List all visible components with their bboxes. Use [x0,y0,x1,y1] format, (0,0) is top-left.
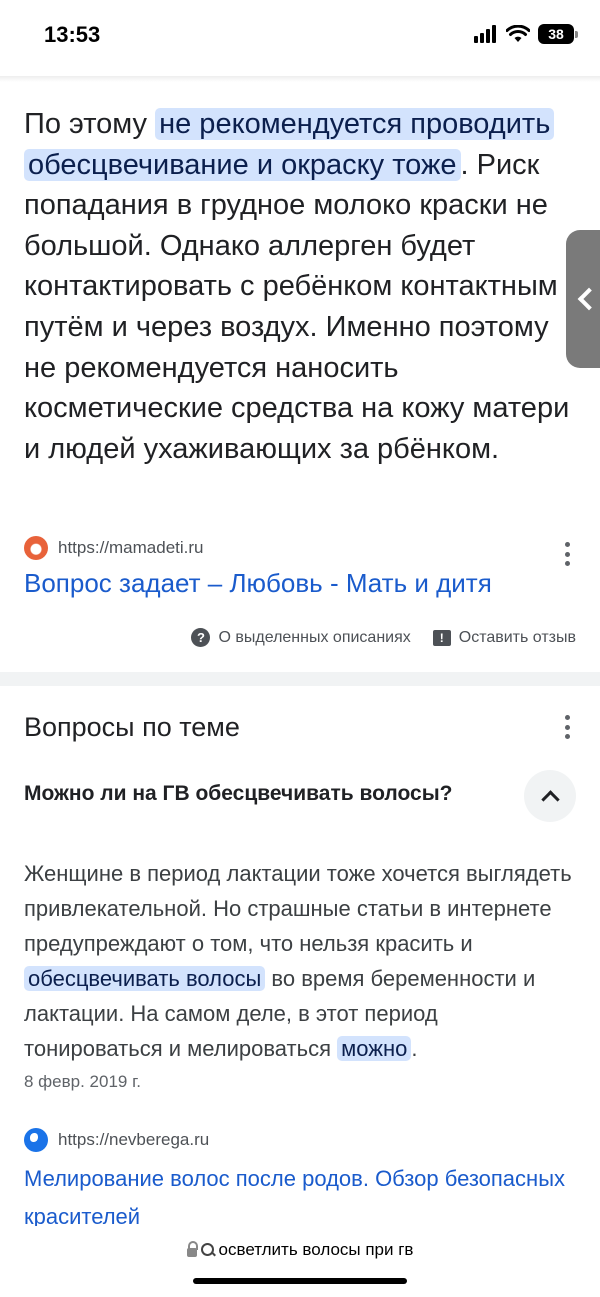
snippet-feedback-row: ? О выделенных описаниях ! Оставить отзы… [191,628,576,647]
answer-source[interactable]: https://nevberega.ru [24,1128,209,1152]
address-query: осветлить волосы при гв [218,1240,414,1259]
side-panel-tab[interactable] [566,230,600,368]
more-vert-icon[interactable] [563,542,571,566]
lock-icon [186,1240,198,1257]
snippet-source-url: https://mamadeti.ru [58,538,204,557]
help-icon[interactable]: ? [191,628,211,647]
feedback-icon[interactable]: ! [432,629,451,646]
browser-bottom-bar: осветлить волосы при гв [0,1226,600,1297]
snippet-text: По этому не рекомендуется проводить обес… [24,104,584,469]
about-snippets-link[interactable]: О выделенных описаниях [218,629,410,647]
collapse-question-button[interactable] [524,770,576,822]
battery-icon: 38 [538,24,578,44]
chevron-left-icon [577,287,600,311]
snippet-text-before: По этому [24,108,156,140]
answer-highlight-2: можно [337,1036,412,1061]
address-bar[interactable]: осветлить волосы при гв [0,1240,600,1260]
answer-part-1: Женщине в период лактации тоже хочется в… [24,861,572,956]
status-bar: 13:53 38 [0,0,600,76]
globe-favicon-icon [24,1128,48,1152]
featured-snippet-card: По этому не рекомендуется проводить обес… [0,82,600,672]
related-question[interactable]: Можно ли на ГВ обесцвечивать волосы? [24,782,452,806]
status-time: 13:53 [44,22,101,47]
answer-result-link[interactable]: Мелирование волос после родов. Обзор без… [24,1160,584,1226]
home-indicator[interactable] [193,1278,407,1284]
related-questions-card: Вопросы по теме Можно ли на ГВ обесцвечи… [0,686,600,1226]
answer-date: 8 февр. 2019 г. [24,1072,141,1091]
snippet-result-link[interactable]: Вопрос задает – Любовь - Мать и дитя [24,568,492,599]
snippet-text-after: . Риск попадания в грудное молоко краски… [24,148,570,465]
answer-text: Женщине в период лактации тоже хочется в… [24,856,580,1066]
snippet-source[interactable]: https://mamadeti.ru [24,536,204,560]
wifi-icon [506,25,530,42]
chevron-up-icon [540,789,560,809]
answer-part-3: . [411,1036,418,1061]
status-icons: 38 [474,24,578,44]
answer-highlight-1: обесцвечивать волосы [24,966,266,991]
feedback-link[interactable]: Оставить отзыв [459,629,576,647]
related-questions-title: Вопросы по теме [24,712,240,742]
mamadeti-favicon-icon [24,536,48,560]
search-icon [200,1243,215,1257]
section-divider [0,672,600,686]
answer-source-url: https://nevberega.ru [58,1130,210,1149]
more-vert-icon[interactable] [563,715,571,739]
signal-icon [474,25,496,43]
